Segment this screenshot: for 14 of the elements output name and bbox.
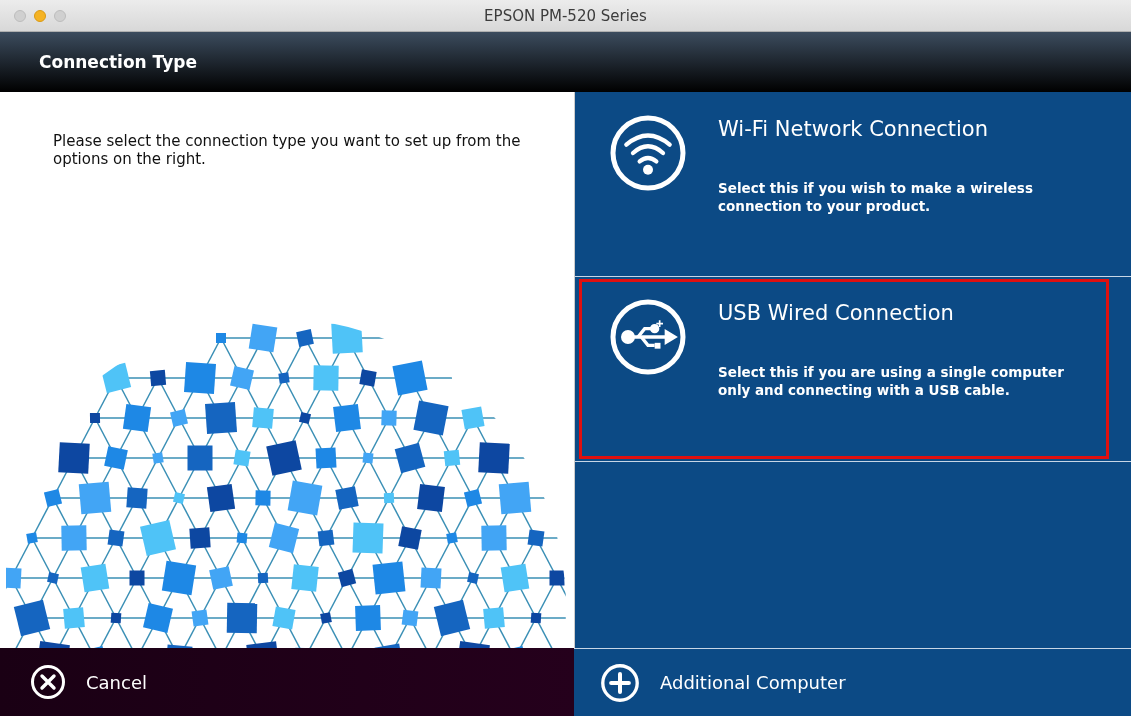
option-title: Wi-Fi Network Connection xyxy=(718,117,989,141)
window-title: EPSON PM-520 Series xyxy=(484,6,647,25)
option-title: USB Wired Connection xyxy=(718,301,955,325)
connection-option[interactable]: USB Wired Connection Select this if you are using a single computer only and connecting with a USB cable. xyxy=(579,279,1109,459)
page-title: Connection Type xyxy=(39,52,197,72)
close-icon xyxy=(30,664,66,700)
option-description: Select this if you wish to make a wireless connection to your product. xyxy=(718,179,1034,215)
instruction-text: Please select the connection type you want to set up from the options on the right. xyxy=(53,132,522,168)
close-window-icon[interactable] xyxy=(14,9,26,22)
minimize-window-icon[interactable] xyxy=(34,9,46,22)
option-description: Select this if you are using a single computer only and connecting with a USB cable. xyxy=(718,363,1065,399)
zoom-window-icon[interactable] xyxy=(54,9,66,22)
plus-icon xyxy=(600,662,640,703)
cancel-button[interactable]: Cancel xyxy=(26,660,151,704)
